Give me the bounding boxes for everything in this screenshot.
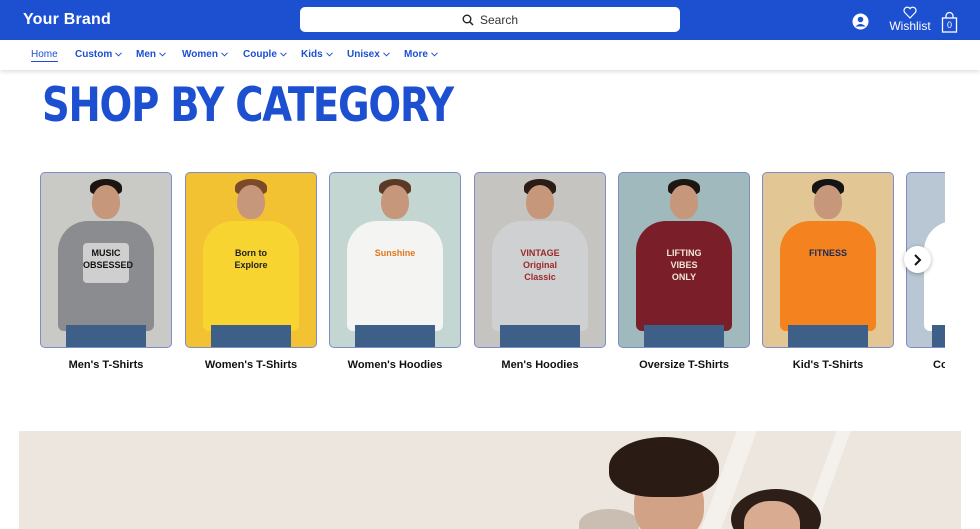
- top-header: Your Brand Search Wishlist 0: [0, 0, 980, 40]
- wishlist-label: Wishlist: [889, 19, 931, 33]
- nav-kids[interactable]: Kids: [301, 49, 333, 60]
- category-image[interactable]: MUSIC OBSESSED: [40, 172, 172, 348]
- nav-couple-label: Couple: [243, 49, 277, 60]
- category-card-womens-hoodies[interactable]: Sunshine Women's Hoodies: [329, 172, 461, 371]
- category-label[interactable]: Oversize T-Shirts: [618, 359, 750, 371]
- chevron-down-icon: [280, 52, 287, 57]
- search-label: Search: [479, 12, 519, 27]
- section-title: SHOP BY CATEGORY: [42, 78, 454, 133]
- category-image[interactable]: VINTAGE Original Classic: [474, 172, 606, 348]
- nav-women-label: Women: [182, 49, 218, 60]
- shirt-print: Sunshine: [374, 248, 416, 258]
- nav-more-label: More: [404, 49, 428, 60]
- category-carousel: MUSIC OBSESSED Men's T-Shirts Born to Ex…: [0, 170, 945, 390]
- user-icon[interactable]: [852, 13, 869, 30]
- cart-count: 0: [946, 20, 952, 30]
- chevron-down-icon: [431, 52, 438, 57]
- category-image[interactable]: FITNESS: [762, 172, 894, 348]
- nav-custom[interactable]: Custom: [75, 49, 123, 60]
- category-label[interactable]: Men's T-Shirts: [40, 359, 172, 371]
- wishlist-link[interactable]: Wishlist: [888, 6, 932, 33]
- category-label[interactable]: Men's Hoodies: [474, 359, 606, 371]
- category-label[interactable]: Women's Hoodies: [329, 359, 461, 371]
- hero-banner-image[interactable]: [19, 431, 961, 529]
- category-label[interactable]: Kid's T-Shirts: [762, 359, 894, 371]
- nav-kids-label: Kids: [301, 49, 323, 60]
- shirt-print: MUSIC OBSESSED: [83, 243, 133, 283]
- chevron-down-icon: [382, 52, 390, 57]
- category-label[interactable]: Women's T-Shirts: [185, 359, 317, 371]
- shirt-print: FITNESS: [808, 248, 847, 258]
- category-image[interactable]: LIFTING VIBES ONLY: [618, 172, 750, 348]
- nav-more[interactable]: More: [404, 49, 438, 60]
- nav-women[interactable]: Women: [182, 49, 228, 60]
- chevron-down-icon: [221, 52, 228, 57]
- carousel-next-button[interactable]: [904, 246, 931, 273]
- shirt-print: Born to Explore: [234, 248, 268, 270]
- brand-logo[interactable]: Your Brand: [23, 11, 111, 29]
- category-image[interactable]: Born to Explore: [185, 172, 317, 348]
- search-bar[interactable]: Search: [300, 7, 680, 32]
- category-card-mens-tshirts[interactable]: MUSIC OBSESSED Men's T-Shirts: [40, 172, 172, 371]
- nav-unisex-label: Unisex: [347, 49, 380, 60]
- chevron-down-icon: [159, 52, 166, 57]
- chevron-down-icon: [115, 52, 123, 57]
- shirt-print: VINTAGE Original Classic: [520, 248, 560, 282]
- category-card-kids-tshirts[interactable]: FITNESS Kid's T-Shirts: [762, 172, 894, 371]
- category-image[interactable]: Sunshine: [329, 172, 461, 348]
- nav-unisex[interactable]: Unisex: [347, 49, 390, 60]
- nav-custom-label: Custom: [75, 49, 113, 60]
- nav-home-label: Home: [31, 49, 58, 62]
- chevron-right-icon: [914, 253, 922, 266]
- category-label[interactable]: Co: [906, 359, 945, 371]
- shirt-print: LIFTING VIBES ONLY: [666, 248, 702, 282]
- main-nav: Home Custom Men Women Couple Kids Unisex…: [0, 40, 980, 70]
- category-card-mens-hoodies[interactable]: VINTAGE Original Classic Men's Hoodies: [474, 172, 606, 371]
- nav-men[interactable]: Men: [136, 49, 166, 60]
- nav-couple[interactable]: Couple: [243, 49, 287, 60]
- category-card-oversize-tshirts[interactable]: LIFTING VIBES ONLY Oversize T-Shirts: [618, 172, 750, 371]
- nav-men-label: Men: [136, 49, 156, 60]
- category-card-womens-tshirts[interactable]: Born to Explore Women's T-Shirts: [185, 172, 317, 371]
- nav-home[interactable]: Home: [31, 49, 58, 62]
- cart-button[interactable]: 0: [941, 11, 958, 33]
- heart-icon: [903, 6, 917, 19]
- search-icon: [462, 14, 474, 26]
- chevron-down-icon: [325, 52, 333, 57]
